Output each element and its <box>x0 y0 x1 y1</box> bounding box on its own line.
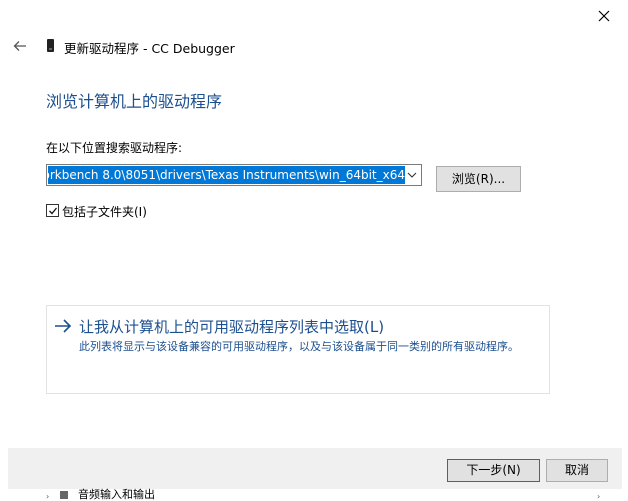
next-button[interactable]: 下一步(N) <box>447 459 540 482</box>
path-value: Vorkbench 8.0\8051\drivers\Texas Instrum… <box>48 168 405 182</box>
speaker-icon <box>60 491 68 499</box>
browse-button[interactable]: 浏览(R)... <box>436 166 521 192</box>
close-icon <box>598 10 610 22</box>
include-subfolders-checkbox[interactable] <box>46 204 59 217</box>
path-label: 在以下位置搜索驱动程序: <box>46 141 183 155</box>
cancel-button[interactable]: 取消 <box>546 459 608 482</box>
pick-from-list-description: 此列表将显示与该设备兼容的可用驱动程序，以及与该设备属于同一类别的所有驱动程序。 <box>79 340 519 353</box>
scroll-arrow-icon: › <box>597 492 601 501</box>
chevron-down-icon <box>407 172 417 178</box>
window-title: 更新驱动程序 - CC Debugger <box>64 41 235 56</box>
path-combobox[interactable]: Vorkbench 8.0\8051\drivers\Texas Instrum… <box>46 164 422 186</box>
checkmark-icon <box>49 207 58 215</box>
background-tree-item: 音频输入和输出 <box>78 488 155 501</box>
path-input[interactable]: Vorkbench 8.0\8051\drivers\Texas Instrum… <box>48 166 405 184</box>
expand-arrow-icon: › <box>46 492 50 501</box>
include-subfolders-label[interactable]: 包括子文件夹(I) <box>62 203 147 220</box>
back-button[interactable] <box>11 37 31 55</box>
page-title: 浏览计算机上的驱动程序 <box>46 92 223 111</box>
path-dropdown-button[interactable] <box>404 166 420 184</box>
right-arrow-icon <box>53 317 73 335</box>
close-button[interactable] <box>589 2 619 30</box>
pick-from-list-link[interactable]: 让我从计算机上的可用驱动程序列表中选取(L) <box>79 316 384 337</box>
back-arrow-icon <box>13 41 26 51</box>
device-icon <box>47 39 54 52</box>
